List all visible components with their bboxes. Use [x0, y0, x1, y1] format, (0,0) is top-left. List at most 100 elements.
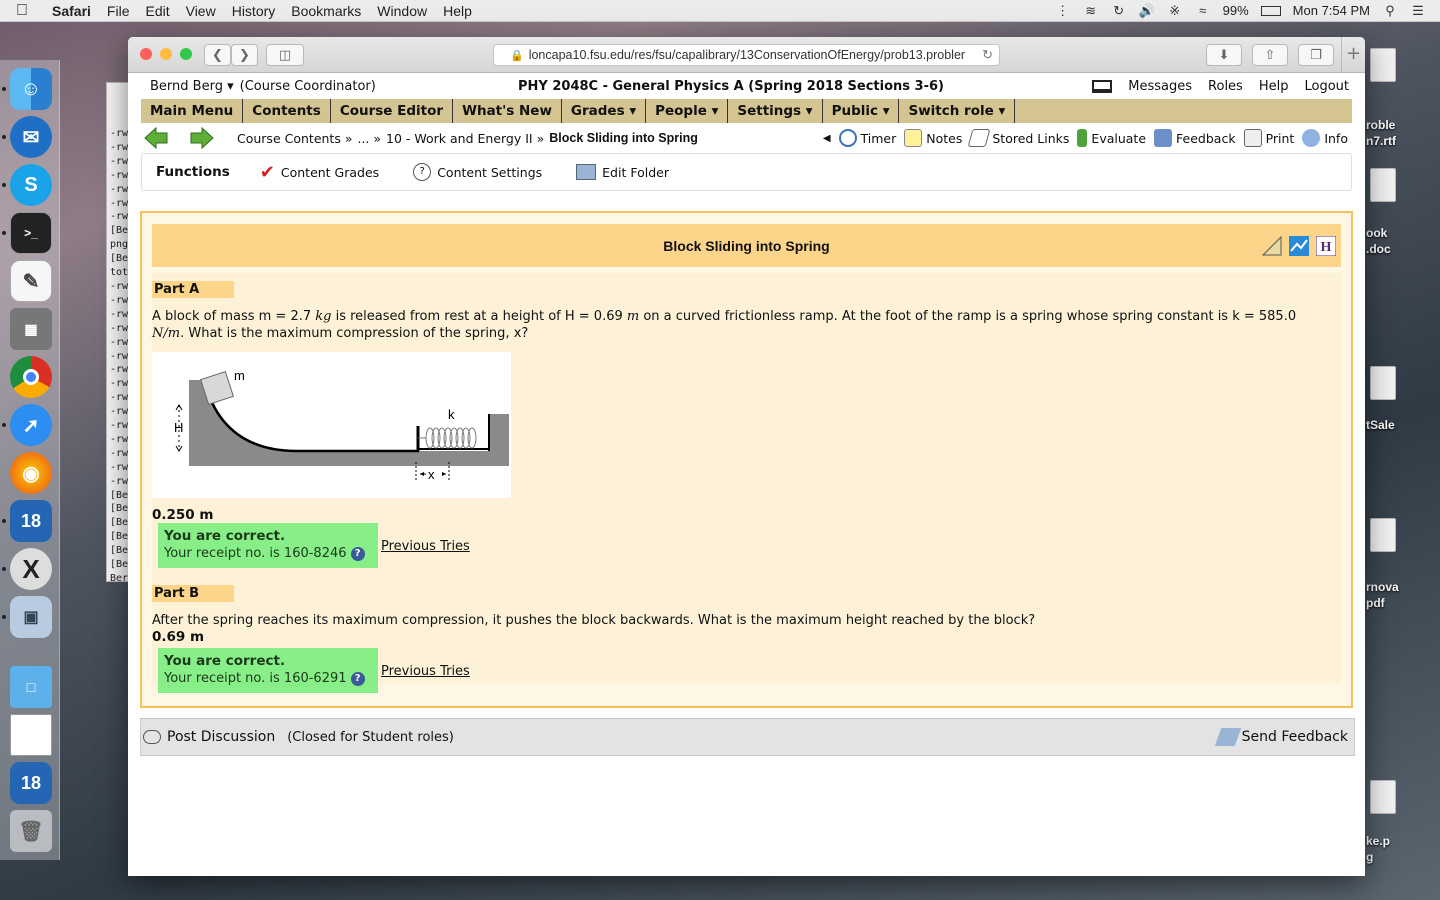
apple-icon[interactable]: 	[0, 2, 44, 20]
menu-whats-new[interactable]: What's New	[453, 99, 562, 123]
help-link[interactable]: Help	[1259, 79, 1289, 94]
send-feedback-link[interactable]: Send Feedback	[1214, 728, 1348, 746]
part-a-previous-tries-link[interactable]: Previous Tries	[381, 539, 470, 554]
menu-people[interactable]: People ▾	[646, 99, 729, 123]
textedit-icon[interactable]: ✎	[10, 260, 52, 302]
activity-icon[interactable]: ⋮	[1055, 4, 1071, 17]
close-window-button[interactable]	[140, 48, 152, 60]
notes-tool[interactable]: Notes	[904, 129, 962, 147]
file-icon[interactable]	[1370, 366, 1396, 400]
downloads-button[interactable]: ⬇	[1206, 44, 1242, 66]
logout-link[interactable]: Logout	[1304, 79, 1349, 94]
content-grades-link[interactable]: ✔ Content Grades	[260, 162, 379, 183]
crumb-ellipsis[interactable]: ... »	[357, 131, 381, 146]
menu-settings[interactable]: Settings ▾	[728, 99, 823, 123]
hint-h-icon[interactable]: H	[1316, 236, 1336, 256]
battery-percent[interactable]: 99%	[1223, 3, 1249, 18]
info-tool[interactable]: Info	[1302, 129, 1348, 147]
firefox-icon[interactable]: ◉	[10, 452, 52, 494]
chrome-icon[interactable]	[10, 356, 52, 398]
part-b-correct-text: You are correct.	[164, 653, 286, 669]
zoom-window-button[interactable]	[180, 48, 192, 60]
edit-folder-link[interactable]: Edit Folder	[576, 164, 669, 180]
x11-icon[interactable]: X	[10, 548, 52, 590]
tabs-overview-button[interactable]: ❐	[1298, 44, 1334, 66]
skype-icon[interactable]: S	[10, 164, 52, 206]
menubar-clock[interactable]: Mon 7:54 PM	[1293, 3, 1370, 18]
doc-file-icon[interactable]	[1370, 168, 1396, 202]
finder-icon[interactable]: ☺	[10, 68, 52, 110]
address-bar[interactable]: 🔒 loncapa10.fsu.edu/res/fsu/capalibrary/…	[493, 44, 1000, 66]
resource-tools: ◀ Timer Notes Stored Links Evaluate Feed…	[823, 129, 1348, 147]
menu-help[interactable]: Help	[435, 3, 480, 19]
graph-icon[interactable]	[1289, 236, 1309, 256]
menu-app[interactable]: Safari	[44, 3, 99, 19]
menu-file[interactable]: File	[99, 3, 138, 19]
pdf-file-icon[interactable]	[1370, 518, 1396, 552]
timer-tool[interactable]: Timer	[838, 129, 896, 147]
ramp-spring-diagram: m k H x	[152, 352, 511, 498]
notification-center-icon[interactable]: ☰	[1410, 4, 1426, 17]
maple-icon[interactable]: 18	[10, 500, 52, 542]
reload-icon[interactable]: ↻	[982, 47, 993, 63]
evaluate-tool[interactable]: Evaluate	[1077, 129, 1146, 147]
maple-icon-2[interactable]: 18	[10, 762, 52, 804]
volume-icon[interactable]: 🔊	[1139, 4, 1155, 17]
menu-history[interactable]: History	[224, 3, 284, 19]
menu-edit[interactable]: Edit	[137, 3, 177, 19]
menu-grades[interactable]: Grades ▾	[562, 99, 647, 123]
roles-link[interactable]: Roles	[1208, 79, 1243, 94]
previous-resource-icon[interactable]	[143, 127, 169, 149]
airdrop-icon[interactable]: ≋	[1083, 4, 1099, 17]
time-machine-icon[interactable]: ↻	[1111, 4, 1127, 17]
stored-links-tool[interactable]: Stored Links	[967, 129, 1069, 147]
new-tab-button[interactable]: +	[1341, 37, 1365, 73]
minimize-window-button[interactable]	[160, 48, 172, 60]
spotlight-icon[interactable]: ⚲	[1382, 4, 1398, 17]
print-tool[interactable]: Print	[1243, 129, 1294, 147]
feedback-tool[interactable]: Feedback	[1154, 129, 1236, 147]
menu-main-menu[interactable]: Main Menu	[141, 99, 244, 123]
menu-window[interactable]: Window	[369, 3, 435, 19]
trash-icon[interactable]: 🗑	[10, 810, 52, 852]
next-resource-icon[interactable]	[189, 127, 215, 149]
checkmark-icon: ✔	[259, 161, 275, 183]
dock-running-dot	[2, 183, 6, 187]
document-thumb-icon[interactable]	[10, 714, 52, 756]
menu-bookmarks[interactable]: Bookmarks	[283, 3, 369, 19]
back-button[interactable]: ❮	[204, 44, 231, 66]
messages-icon[interactable]	[1092, 79, 1113, 93]
battery-icon[interactable]	[1260, 5, 1281, 16]
menu-view[interactable]: View	[178, 3, 224, 19]
menu-contents[interactable]: Contents	[243, 99, 331, 123]
wifi-icon[interactable]: ≈	[1195, 4, 1211, 17]
sidebar-button[interactable]: ◫	[266, 44, 304, 66]
safari-window: ❮ ❯ ◫ 🔒 loncapa10.fsu.edu/res/fsu/capali…	[128, 37, 1365, 876]
menu-public[interactable]: Public ▾	[823, 99, 900, 123]
help-question-icon[interactable]: ?	[350, 671, 365, 686]
preview-icon[interactable]: ▣	[10, 596, 52, 638]
content-settings-link[interactable]: ? Content Settings	[413, 163, 542, 181]
menu-switch-role[interactable]: Switch role ▾	[899, 99, 1016, 123]
part-b-previous-tries-link[interactable]: Previous Tries	[381, 664, 470, 679]
ruler-triangle-icon[interactable]	[1262, 236, 1282, 256]
image-file-icon[interactable]	[1370, 780, 1396, 814]
share-button[interactable]: ⇧	[1252, 44, 1288, 66]
bluetooth-icon[interactable]: ※	[1167, 4, 1183, 17]
crumb-course-contents[interactable]: Course Contents »	[237, 131, 352, 146]
safari-icon[interactable]: ➚	[10, 404, 52, 446]
forward-button[interactable]: ❯	[231, 44, 258, 66]
thunderbird-icon[interactable]: ✉	[10, 116, 52, 158]
terminal-icon[interactable]: >_	[10, 212, 52, 254]
crumb-work-energy[interactable]: 10 - Work and Energy II »	[386, 131, 544, 146]
macos-menubar:  Safari File Edit View History Bookmark…	[0, 0, 1440, 22]
user-menu[interactable]: Bernd Berg ▾	[150, 79, 234, 94]
folder-icon[interactable]: □	[10, 666, 52, 708]
messages-link[interactable]: Messages	[1128, 79, 1192, 94]
calculator-icon[interactable]: ▦	[10, 308, 52, 350]
help-question-icon[interactable]: ?	[350, 546, 365, 561]
rtf-file-icon[interactable]	[1370, 48, 1396, 82]
menu-course-editor[interactable]: Course Editor	[331, 99, 454, 123]
collapse-tools-icon[interactable]: ◀	[823, 133, 831, 144]
post-discussion-link[interactable]: Post Discussion	[167, 729, 275, 745]
